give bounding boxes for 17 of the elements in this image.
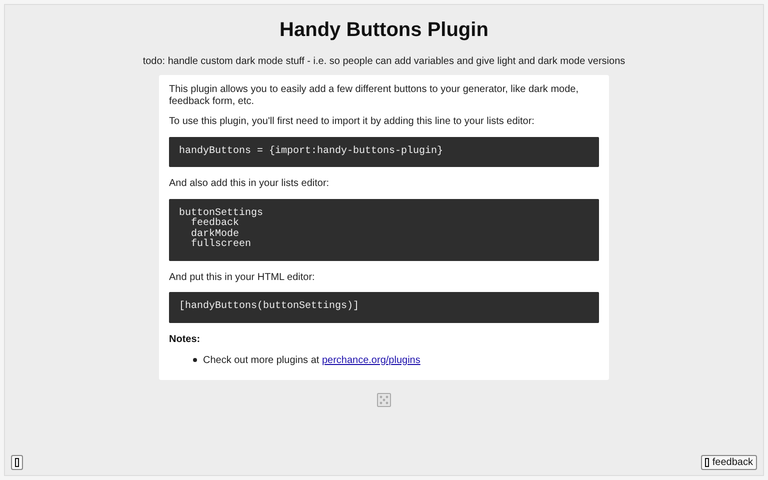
missing-glyph-icon: [705, 458, 710, 467]
paragraph: And put this in your HTML editor:: [169, 272, 316, 283]
paragraph: This plugin allows you to easily add a few different buttons to your generator, like dark mode, feedback form, etc.: [169, 84, 580, 107]
note-text: Check out more plugins at perchance.org/plugins: [203, 354, 420, 366]
paragraph: And also add this in your lists editor:: [169, 178, 330, 190]
missing-glyph-icon: [15, 458, 19, 467]
menu-button[interactable]: [11, 455, 23, 470]
plugins-link[interactable]: perchance.org/plugins: [322, 354, 420, 366]
code-block: handyButtons = {import:handy-buttons-plugin}: [169, 136, 599, 167]
notes-heading: Notes:: [169, 334, 202, 344]
bullet-icon: [193, 358, 197, 362]
page-title: Handy Buttons Plugin: [280, 19, 488, 42]
code-block: [handyButtons(buttonSettings)]: [169, 292, 599, 322]
paragraph: To use this plugin, you'll first need to import it by adding this line to your lists editor:: [169, 116, 536, 128]
code-block: buttonSettings feedback darkMode fullscreen: [169, 198, 599, 260]
feedback-button[interactable]: feedback: [701, 455, 757, 470]
todo-note: todo: handle custom dark mode stuff - i.e. so people can add variables and give light and dark mode versions: [142, 56, 626, 67]
